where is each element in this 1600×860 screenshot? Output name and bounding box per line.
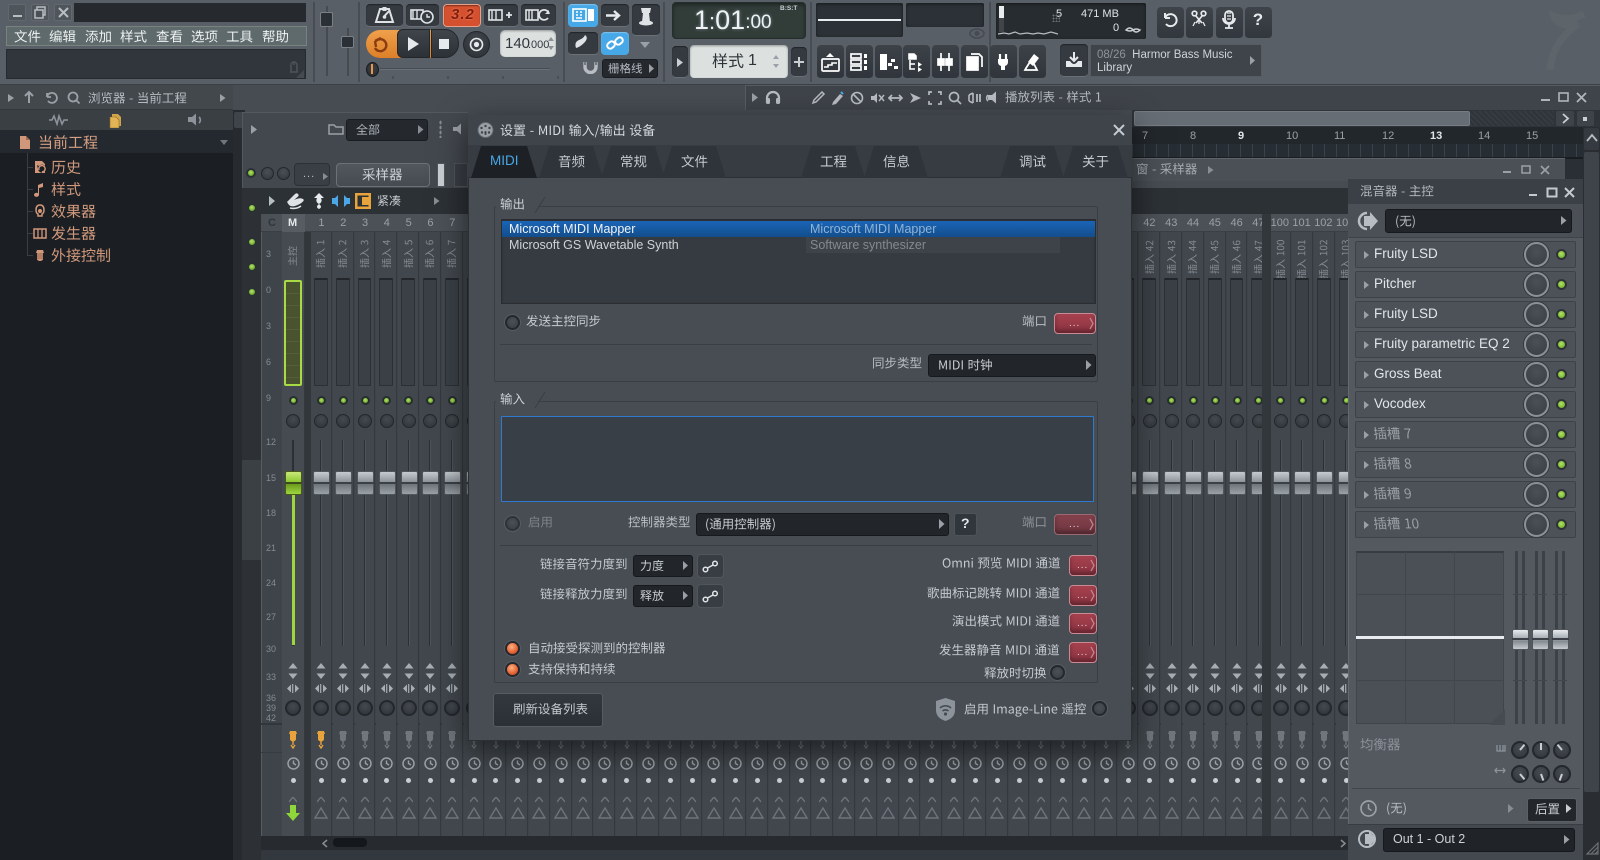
svg-text:?: ? (1253, 10, 1263, 29)
